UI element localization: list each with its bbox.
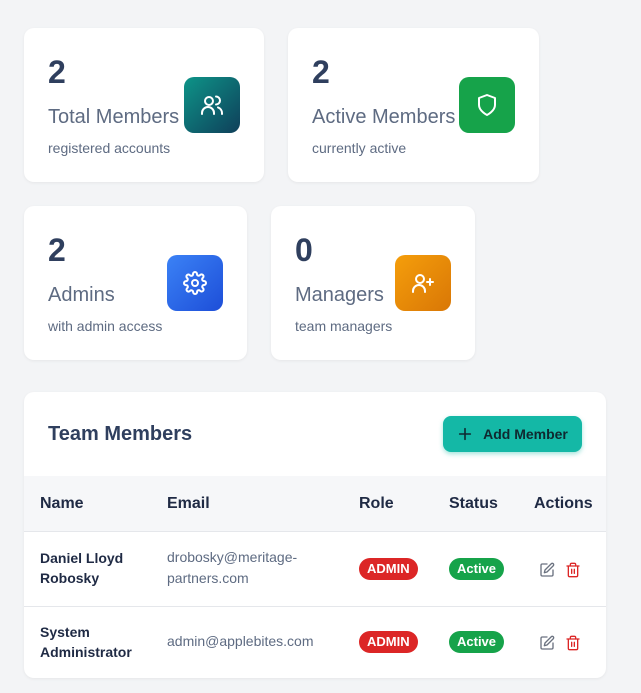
status-badge: Active <box>449 558 505 580</box>
stat-subtitle: currently active <box>312 140 407 156</box>
edit-icon[interactable] <box>539 562 555 578</box>
stat-card-active-members: 2 Active Members currently active <box>288 28 539 182</box>
team-members-panel: Team Members Add Member Name Email Role … <box>24 392 606 678</box>
member-email: admin@applebites.com <box>167 633 314 649</box>
stat-value: 2 <box>48 54 66 90</box>
stat-label: Active Members <box>312 106 456 128</box>
table-header: Name Email Role Status Actions <box>24 476 606 532</box>
stat-subtitle: team managers <box>295 318 393 334</box>
add-member-button[interactable]: Add Member <box>443 416 582 452</box>
user-plus-icon <box>395 255 451 311</box>
column-header-name[interactable]: Name <box>40 495 84 513</box>
stat-value: 2 <box>48 232 66 268</box>
trash-icon[interactable] <box>565 562 581 578</box>
add-member-label: Add Member <box>483 426 568 442</box>
column-header-email[interactable]: Email <box>167 495 210 513</box>
stat-label: Admins <box>48 284 115 306</box>
stat-value: 0 <box>295 232 313 268</box>
edit-icon[interactable] <box>539 635 555 651</box>
plus-icon <box>458 427 472 441</box>
role-badge: ADMIN <box>359 631 418 653</box>
member-name: Daniel Lloyd Robosky <box>40 550 124 586</box>
stat-value: 2 <box>312 54 330 90</box>
stat-card-managers: 0 Managers team managers <box>271 206 475 360</box>
role-badge: ADMIN <box>359 558 418 580</box>
stat-card-total-members: 2 Total Members registered accounts <box>24 28 264 182</box>
column-header-role[interactable]: Role <box>359 495 394 513</box>
shield-icon <box>459 77 515 133</box>
stat-subtitle: registered accounts <box>48 140 171 156</box>
table-row: Daniel Lloyd Robosky drobosky@meritage-p… <box>24 533 606 607</box>
stat-label: Managers <box>295 284 384 306</box>
users-icon <box>184 77 240 133</box>
column-header-status[interactable]: Status <box>449 495 498 513</box>
stat-subtitle: with admin access <box>48 318 163 334</box>
stat-label: Total Members <box>48 106 180 128</box>
gear-icon <box>167 255 223 311</box>
column-header-actions: Actions <box>534 495 593 512</box>
trash-icon[interactable] <box>565 635 581 651</box>
status-badge: Active <box>449 631 505 653</box>
table-row: System Administrator admin@applebites.co… <box>24 606 606 678</box>
member-name: System Administrator <box>40 624 132 660</box>
member-email: drobosky@meritage-partners.com <box>167 549 298 586</box>
stat-card-admins: 2 Admins with admin access <box>24 206 247 360</box>
team-members-title: Team Members <box>48 423 193 445</box>
